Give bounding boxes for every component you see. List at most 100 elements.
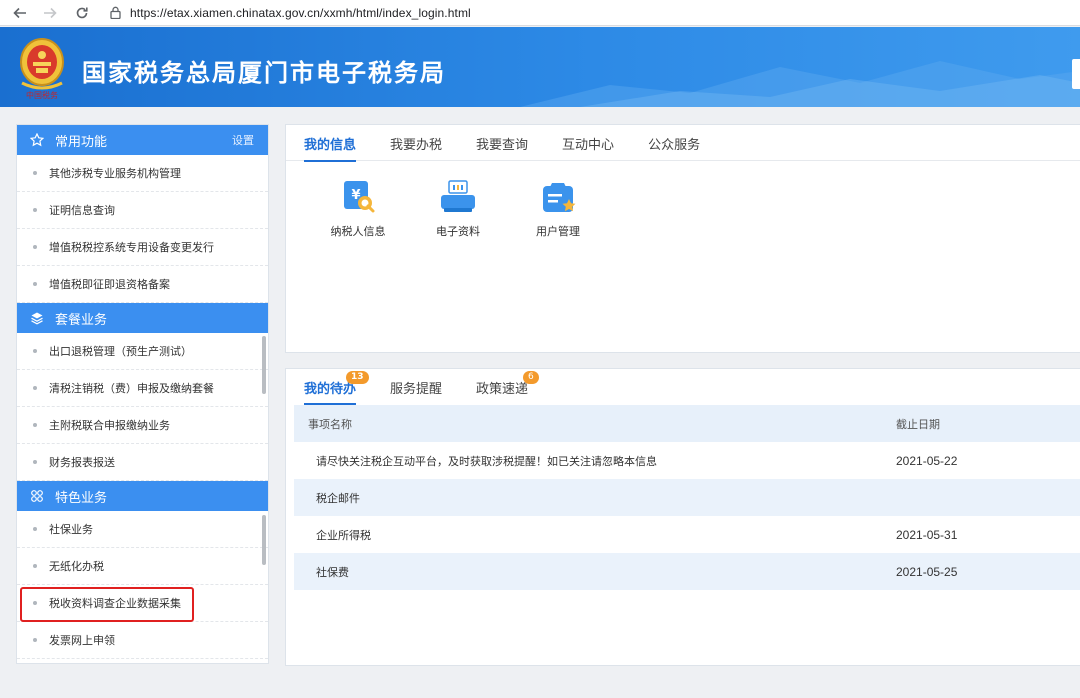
electronic-docs-icon bbox=[441, 180, 475, 212]
bullet-icon bbox=[33, 638, 37, 642]
bullet-icon bbox=[33, 208, 37, 212]
reload-icon[interactable] bbox=[70, 2, 94, 24]
site-title: 国家税务总局厦门市电子税务局 bbox=[82, 59, 446, 87]
todo-count-badge: 13 bbox=[346, 371, 369, 384]
table-row[interactable]: 请尽快关注税企互动平台，及时获取涉税提醒！如已关注请忽略本信息 2021-05-… bbox=[294, 442, 1080, 479]
browser-toolbar: https://etax.xiamen.chinatax.gov.cn/xxmh… bbox=[0, 0, 1080, 26]
lock-icon bbox=[108, 6, 122, 20]
tab-policy-express[interactable]: 政策速递 6 bbox=[476, 369, 539, 405]
column-header-name: 事项名称 bbox=[308, 417, 352, 431]
app-label: 纳税人信息 bbox=[330, 225, 386, 238]
header-login-box[interactable] bbox=[1072, 59, 1080, 89]
grid-icon bbox=[29, 488, 45, 504]
todo-tabs: 我的待办 13 服务提醒 政策速递 6 bbox=[286, 369, 1080, 405]
bullet-icon bbox=[33, 527, 37, 531]
table-header: 事项名称 截止日期 bbox=[294, 405, 1080, 442]
sidebar-item[interactable]: 出口退税管理（预生产测试） bbox=[17, 333, 268, 370]
row-deadline: 2021-05-31 bbox=[896, 527, 958, 542]
row-name: 请尽快关注税企互动平台，及时获取涉税提醒！如已关注请忽略本信息 bbox=[316, 454, 657, 468]
section-title: 套餐业务 bbox=[55, 312, 108, 328]
bullet-icon bbox=[33, 171, 37, 175]
bullet-icon bbox=[33, 349, 37, 353]
sidebar-item-label: 无纸化办税 bbox=[49, 560, 104, 573]
tab-public-service[interactable]: 公众服务 bbox=[648, 125, 700, 161]
tab-my-todo[interactable]: 我的待办 13 bbox=[304, 369, 369, 405]
row-name: 税企邮件 bbox=[316, 491, 360, 505]
sidebar-item-label: 其他涉税专业服务机构管理 bbox=[49, 167, 181, 180]
sidebar-item[interactable]: 社保业务 bbox=[17, 511, 268, 548]
tab-label: 服务提醒 bbox=[390, 381, 443, 397]
bullet-icon bbox=[33, 564, 37, 568]
highlight-annotation-box bbox=[20, 587, 194, 622]
mountain-decoration bbox=[520, 61, 1080, 107]
app-user-management[interactable]: 用户管理 bbox=[508, 177, 608, 239]
sidebar-item[interactable]: 清税注销税（费）申报及缴纳套餐 bbox=[17, 370, 268, 407]
star-icon bbox=[29, 132, 45, 148]
emblem-caption: 中国税务 bbox=[26, 90, 58, 100]
tab-label: 政策速递 bbox=[476, 381, 529, 397]
bullet-icon bbox=[33, 282, 37, 286]
address-bar[interactable]: https://etax.xiamen.chinatax.gov.cn/xxmh… bbox=[108, 6, 471, 20]
my-info-panel: 我的信息 我要办税 我要查询 互动中心 公众服务 ¥ 纳税人信息 电子资料 用户… bbox=[285, 124, 1080, 353]
sidebar-item-label: 发票网上申领 bbox=[49, 634, 115, 647]
main-tabs: 我的信息 我要办税 我要查询 互动中心 公众服务 bbox=[286, 125, 1080, 162]
todo-table: 事项名称 截止日期 请尽快关注税企互动平台，及时获取涉税提醒！如已关注请忽略本信… bbox=[294, 405, 1080, 590]
sidebar-item-label: 增值税税控系统专用设备变更发行 bbox=[49, 241, 214, 254]
row-deadline: 2021-05-25 bbox=[896, 564, 958, 579]
app-label: 用户管理 bbox=[536, 225, 580, 238]
app-shortcuts: ¥ 纳税人信息 电子资料 用户管理 bbox=[286, 161, 1080, 239]
section-title: 特色业务 bbox=[55, 490, 108, 506]
sidebar-item[interactable]: 发票网上申领 bbox=[17, 622, 268, 659]
forward-arrow-icon[interactable] bbox=[38, 2, 62, 24]
layers-icon bbox=[29, 310, 45, 326]
tab-do-tax[interactable]: 我要办税 bbox=[390, 125, 442, 161]
app-electronic-docs[interactable]: 电子资料 bbox=[408, 177, 508, 239]
row-deadline: 2021-05-22 bbox=[896, 453, 958, 468]
sidebar-item[interactable]: 无纸化办税 bbox=[17, 548, 268, 585]
scrollbar-thumb[interactable] bbox=[262, 515, 266, 565]
sidebar-item[interactable]: 增值税即征即退资格备案 bbox=[17, 266, 268, 303]
sidebar-item-label: 主附税联合申报缴纳业务 bbox=[49, 419, 170, 432]
policy-count-badge: 6 bbox=[523, 371, 539, 384]
app-taxpayer-info[interactable]: ¥ 纳税人信息 bbox=[308, 177, 408, 239]
column-header-deadline: 截止日期 bbox=[896, 417, 940, 431]
bullet-icon bbox=[33, 386, 37, 390]
header-banner: 中国税务 国家税务总局厦门市电子税务局 bbox=[0, 27, 1080, 107]
sidebar-item-label: 增值税即征即退资格备案 bbox=[49, 278, 170, 291]
section-title: 常用功能 bbox=[55, 134, 108, 150]
sidebar-item[interactable]: 其他涉税专业服务机构管理 bbox=[17, 155, 268, 192]
table-row[interactable]: 税企邮件 bbox=[294, 479, 1080, 516]
section-header-package: 套餐业务 bbox=[17, 303, 268, 333]
sidebar-item-label: 社保业务 bbox=[49, 523, 93, 536]
sidebar-item[interactable]: 财务报表报送 bbox=[17, 444, 268, 481]
todo-panel: 我的待办 13 服务提醒 政策速递 6 事项名称 截止日期 请尽快关注税企互动平… bbox=[285, 368, 1080, 666]
bullet-icon bbox=[33, 423, 37, 427]
tab-query[interactable]: 我要查询 bbox=[476, 125, 528, 161]
left-sidebar: 常用功能 设置 其他涉税专业服务机构管理 证明信息查询 增值税税控系统专用设备变… bbox=[16, 124, 269, 664]
bullet-icon bbox=[33, 460, 37, 464]
settings-link[interactable]: 设置 bbox=[232, 132, 254, 148]
url-text: https://etax.xiamen.chinatax.gov.cn/xxmh… bbox=[130, 5, 471, 20]
tab-service-reminder[interactable]: 服务提醒 bbox=[390, 369, 442, 405]
sidebar-item-label: 清税注销税（费）申报及缴纳套餐 bbox=[49, 382, 214, 395]
back-arrow-icon[interactable] bbox=[8, 2, 32, 24]
table-row[interactable]: 企业所得税 2021-05-31 bbox=[294, 516, 1080, 553]
app-label: 电子资料 bbox=[436, 225, 480, 238]
sidebar-item-label: 财务报表报送 bbox=[49, 456, 115, 469]
sidebar-item-label: 出口退税管理（预生产测试） bbox=[49, 345, 192, 358]
user-management-icon bbox=[543, 183, 576, 212]
scrollbar-thumb[interactable] bbox=[262, 336, 266, 394]
sidebar-item[interactable]: 证明信息查询 bbox=[17, 192, 268, 229]
taxpayer-info-icon: ¥ bbox=[344, 181, 375, 213]
tab-my-info[interactable]: 我的信息 bbox=[304, 125, 357, 162]
table-row[interactable]: 社保费 2021-05-25 bbox=[294, 553, 1080, 590]
sidebar-item[interactable]: 增值税税控系统专用设备变更发行 bbox=[17, 229, 268, 266]
row-name: 企业所得税 bbox=[316, 528, 371, 542]
sidebar-item-label: 证明信息查询 bbox=[49, 204, 115, 217]
section-header-special: 特色业务 bbox=[17, 481, 268, 511]
sidebar-item[interactable]: 主附税联合申报缴纳业务 bbox=[17, 407, 268, 444]
tab-interaction[interactable]: 互动中心 bbox=[562, 125, 614, 161]
row-name: 社保费 bbox=[316, 565, 349, 579]
section-header-common: 常用功能 设置 bbox=[17, 125, 268, 155]
tax-emblem-logo: 中国税务 bbox=[14, 35, 70, 101]
